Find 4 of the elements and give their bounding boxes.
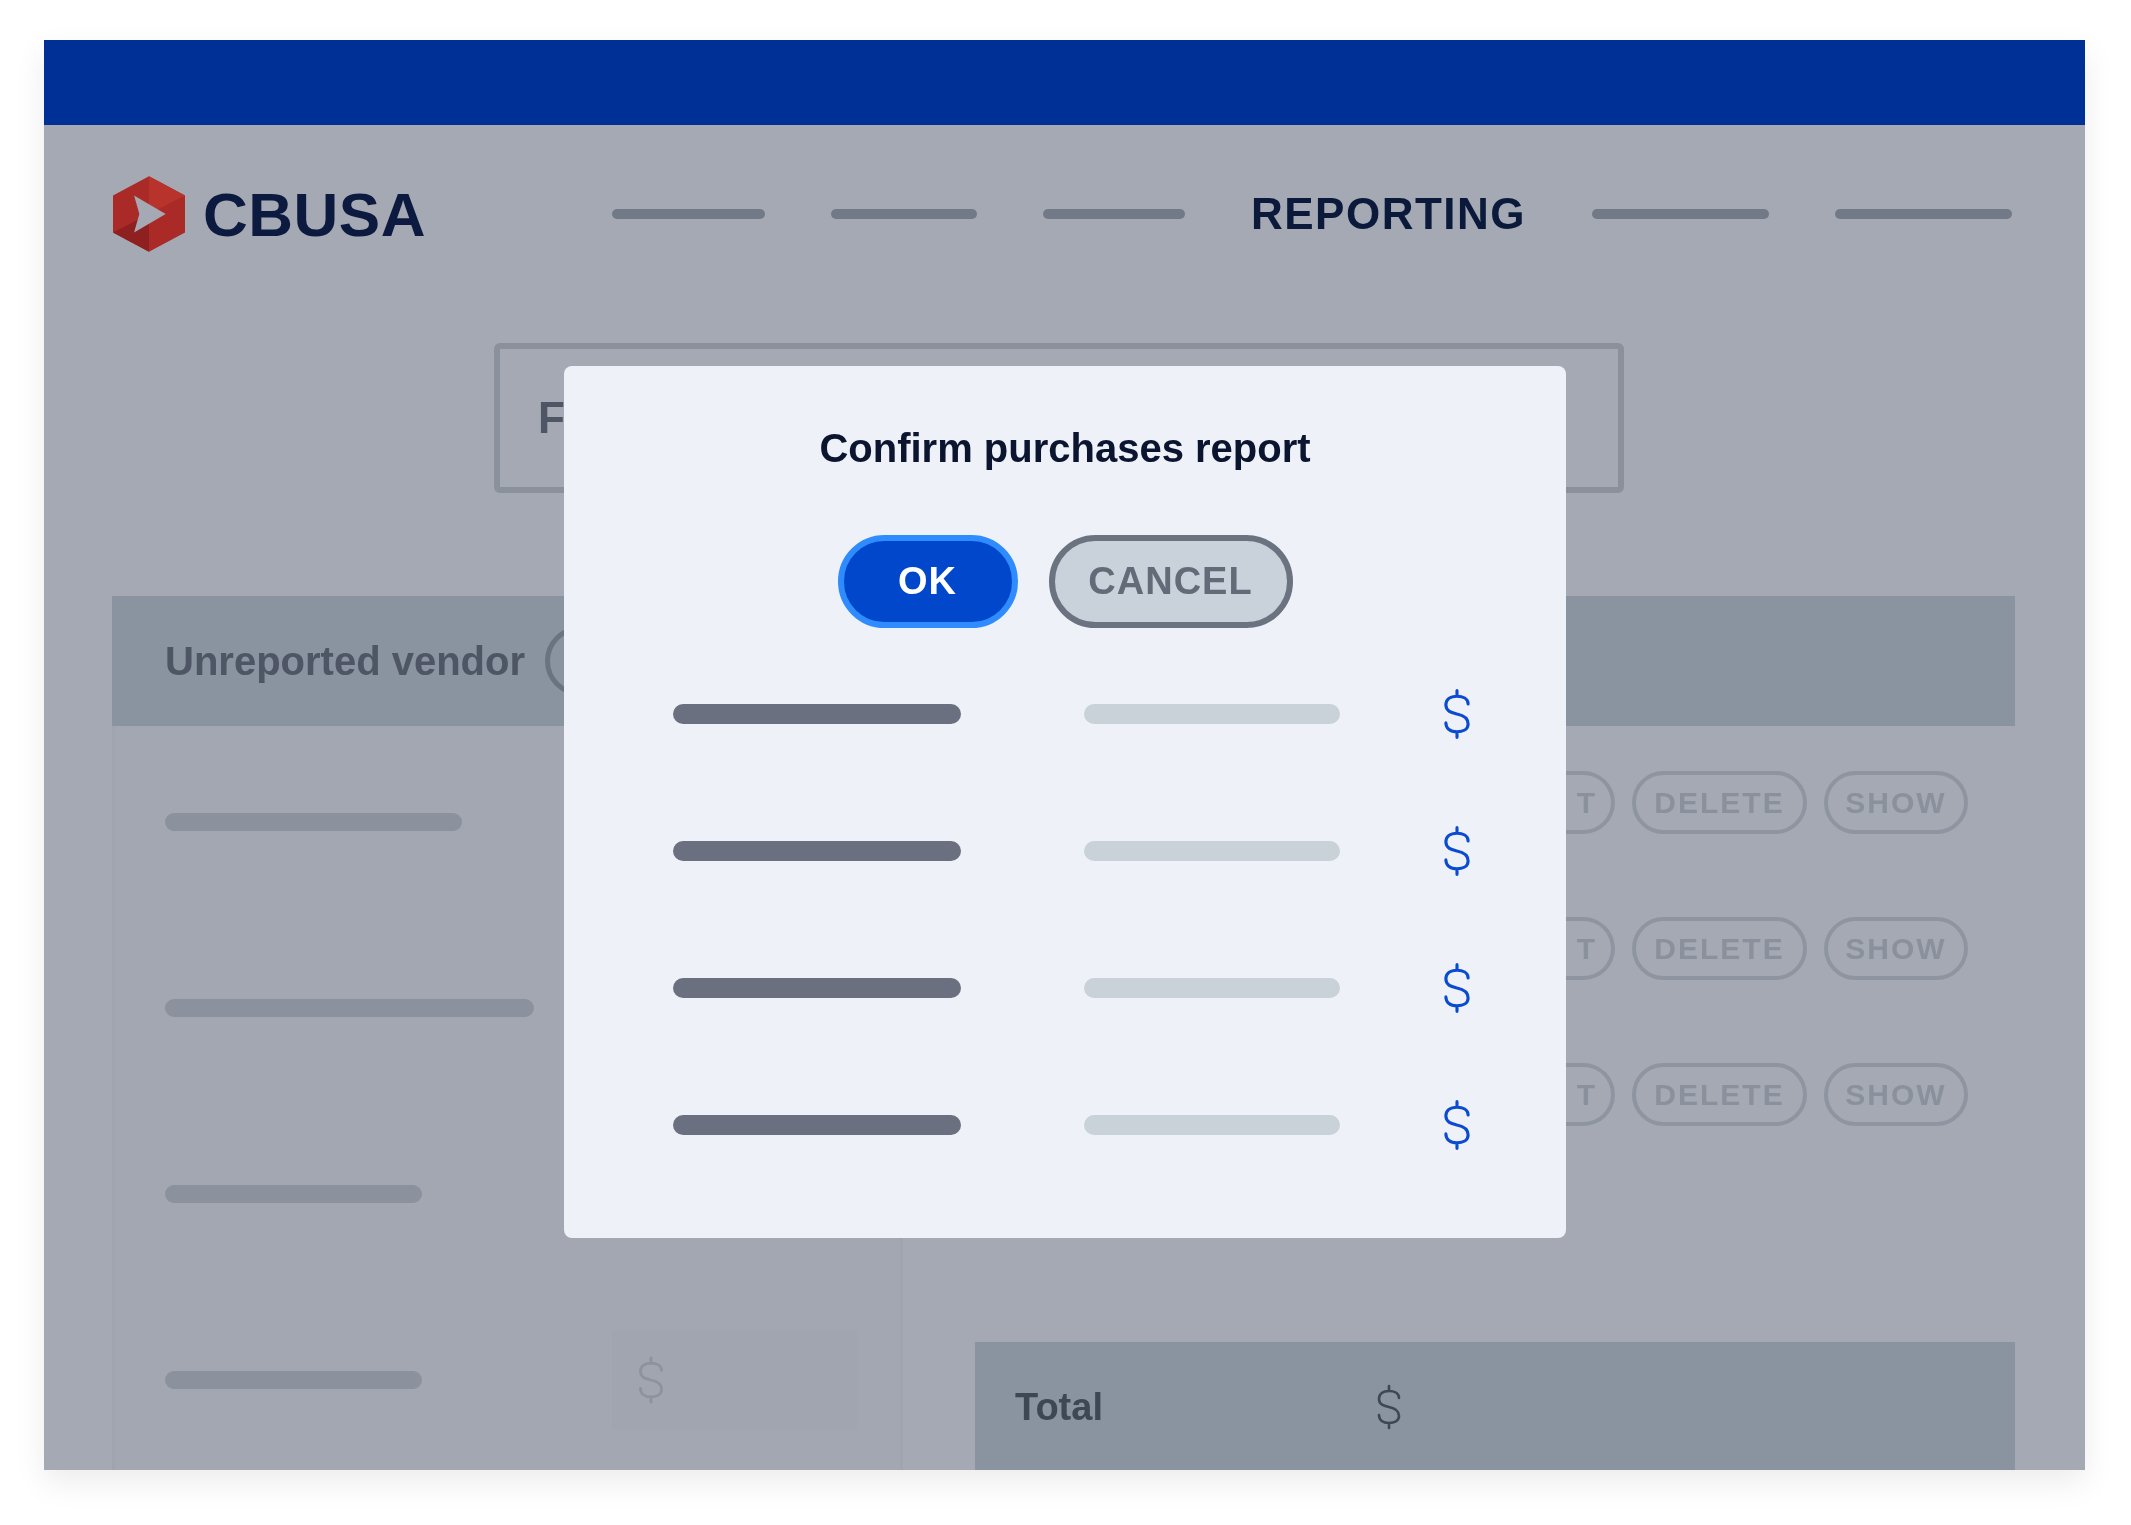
dialog-title: Confirm purchases report [819, 426, 1311, 471]
brand-name: CBUSA [203, 178, 426, 250]
panel-title: Unreported vendor [165, 638, 526, 684]
total-label: Total [1015, 1385, 1103, 1429]
